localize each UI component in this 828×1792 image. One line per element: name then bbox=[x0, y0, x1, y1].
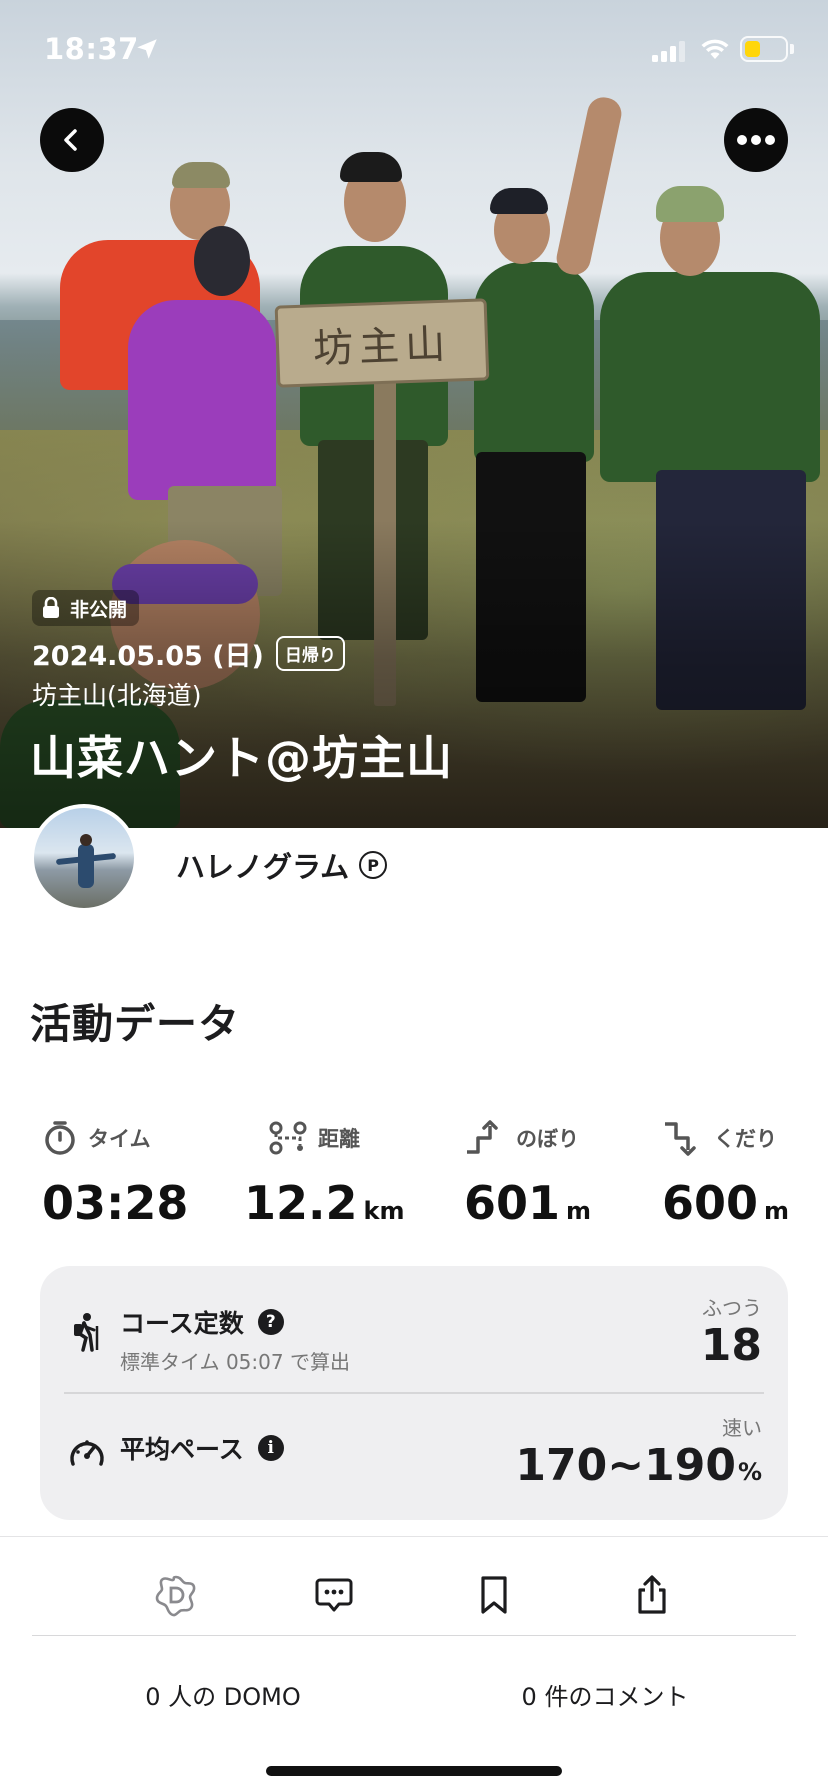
battery-tip bbox=[790, 44, 794, 54]
course-difficulty: ふつう bbox=[702, 1296, 762, 1320]
photo-person-cap bbox=[656, 186, 724, 222]
mountain-name[interactable]: 坊主山(北海道) bbox=[32, 676, 202, 712]
lock-icon bbox=[43, 597, 59, 618]
bookmark-icon bbox=[481, 1576, 507, 1614]
stat-ascent-unit: m bbox=[566, 1197, 592, 1225]
avatar-figure bbox=[78, 844, 94, 888]
stat-time: タイム 03:28 bbox=[42, 1120, 242, 1230]
hiker-icon bbox=[74, 1313, 99, 1352]
course-constant-label: コース定数 ? bbox=[120, 1304, 284, 1340]
status-time: 18:37 bbox=[44, 32, 139, 66]
stat-ascent: のぼり 601 m bbox=[464, 1120, 664, 1230]
stat-distance-unit: km bbox=[363, 1197, 405, 1225]
help-icon[interactable]: ? bbox=[257, 1309, 284, 1335]
screen: 坊主山 18:37 非公開 2024.05.05 (日) 日帰り 坊主山(北海道… bbox=[0, 0, 828, 1792]
share-icon bbox=[638, 1575, 666, 1614]
bottom-action-bar: 0 人の DOMO 0 件のコメント bbox=[0, 1536, 828, 1792]
average-pace-unit: % bbox=[737, 1458, 762, 1486]
course-constant-title: コース定数 bbox=[120, 1309, 244, 1338]
course-standard-time: 標準タイム 05:07 で算出 bbox=[120, 1350, 350, 1374]
course-pace-card: コース定数 ? 標準タイム 05:07 で算出 ふつう 18 平均ペース i 速… bbox=[40, 1266, 788, 1520]
summit-sign: 坊主山 bbox=[274, 298, 490, 388]
photo-person bbox=[600, 272, 820, 482]
average-pace-number: 170~190 bbox=[515, 1440, 736, 1491]
privacy-label: 非公開 bbox=[70, 598, 128, 621]
back-button[interactable] bbox=[40, 108, 104, 172]
stat-descent-unit: m bbox=[764, 1197, 790, 1225]
photo-person-arm bbox=[553, 94, 625, 278]
privacy-badge: 非公開 bbox=[32, 590, 140, 626]
domo-flower-icon bbox=[155, 1575, 196, 1617]
comment-button[interactable] bbox=[304, 1565, 364, 1625]
date-row: 2024.05.05 (日) 日帰り bbox=[32, 634, 345, 673]
speedometer-icon bbox=[70, 1440, 104, 1466]
bottom-divider bbox=[32, 1635, 796, 1636]
photo-person-cap bbox=[340, 152, 402, 182]
stat-descent-value: 600 bbox=[662, 1176, 759, 1230]
photo-person-cap bbox=[490, 188, 548, 214]
section-title: 活動データ bbox=[30, 1000, 240, 1048]
ellipsis-icon bbox=[737, 135, 775, 145]
photo-person-head bbox=[194, 226, 250, 296]
course-constant-value: 18 bbox=[700, 1320, 762, 1371]
location-arrow-icon bbox=[137, 39, 157, 59]
stat-distance-label: 距離 bbox=[318, 1127, 360, 1151]
stat-ascent-label: のぼり bbox=[516, 1127, 579, 1151]
photo-person bbox=[128, 300, 276, 500]
activity-date: 2024.05.05 (日) bbox=[32, 641, 264, 672]
domo-count-link[interactable]: 0 人の DOMO bbox=[0, 1677, 446, 1712]
domo-button[interactable] bbox=[146, 1565, 206, 1625]
chevron-left-icon bbox=[64, 129, 77, 151]
stat-distance: 距離 12.2 km bbox=[244, 1120, 444, 1230]
username-label: ハレノグラム bbox=[176, 850, 350, 884]
card-divider bbox=[64, 1392, 764, 1394]
photo-person bbox=[474, 262, 594, 462]
average-pace-title: 平均ペース bbox=[120, 1435, 244, 1464]
route-icon bbox=[269, 1121, 307, 1155]
username[interactable]: ハレノグラム P bbox=[176, 844, 388, 886]
comment-bubble-icon bbox=[315, 1578, 353, 1612]
stopwatch-icon bbox=[45, 1121, 75, 1155]
battery-icon bbox=[740, 36, 788, 62]
share-button[interactable] bbox=[622, 1565, 682, 1625]
stat-descent-label: くだり bbox=[714, 1127, 777, 1151]
cellular-signal-icon bbox=[652, 41, 685, 62]
home-indicator[interactable] bbox=[266, 1766, 562, 1776]
average-pace-value: 170~190% bbox=[515, 1440, 762, 1491]
stat-time-value: 03:28 bbox=[42, 1176, 189, 1230]
stat-distance-value: 12.2 bbox=[244, 1176, 358, 1230]
stat-time-label: タイム bbox=[88, 1127, 151, 1151]
average-pace-label: 平均ペース i bbox=[120, 1430, 284, 1466]
ascent-icon bbox=[467, 1120, 498, 1154]
photo-person-cap bbox=[172, 162, 230, 188]
stat-descent: くだり 600 m bbox=[662, 1120, 828, 1230]
battery-level bbox=[745, 41, 760, 57]
premium-badge-icon: P bbox=[359, 851, 388, 879]
descent-icon bbox=[665, 1122, 696, 1156]
more-options-button[interactable] bbox=[724, 108, 788, 172]
comment-count-link[interactable]: 0 件のコメント bbox=[382, 1677, 828, 1712]
wifi-icon bbox=[701, 39, 729, 59]
avatar-figure-head bbox=[80, 834, 92, 846]
status-bar: 18:37 bbox=[0, 0, 828, 96]
bookmark-button[interactable] bbox=[464, 1565, 524, 1625]
info-icon[interactable]: i bbox=[257, 1435, 284, 1461]
trip-type-badge: 日帰り bbox=[275, 636, 345, 671]
stat-ascent-value: 601 bbox=[464, 1176, 561, 1230]
pace-rating: 速い bbox=[722, 1416, 762, 1440]
activity-title: 山菜ハント@坊主山 bbox=[30, 731, 453, 785]
avatar[interactable] bbox=[30, 804, 138, 912]
